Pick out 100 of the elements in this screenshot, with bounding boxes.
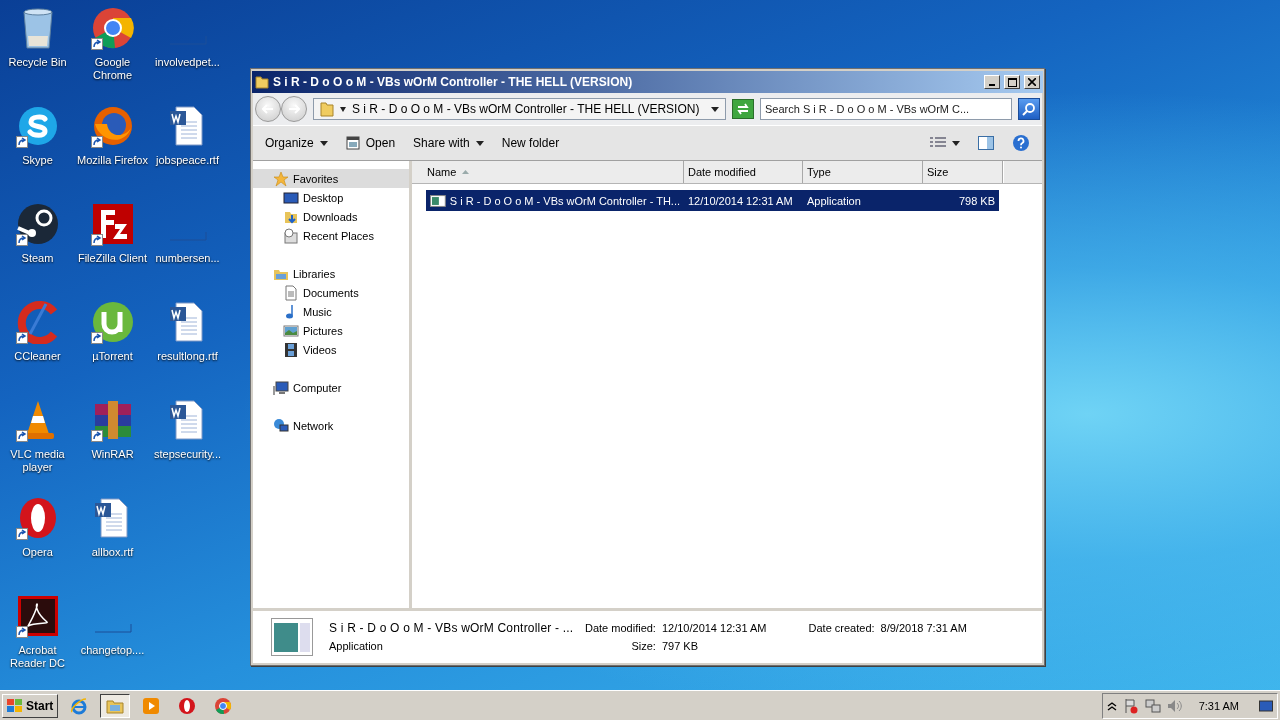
toolbar-button[interactable]: New folder <box>493 130 568 156</box>
nav-item[interactable]: Computer <box>253 378 409 397</box>
caret-icon <box>475 140 484 146</box>
close-icon <box>1028 78 1036 86</box>
address-bar[interactable]: S i R - D o O o M - VBs wOrM Controller - THE HELL (VERSION) <box>313 98 726 120</box>
utorrent-icon[interactable] <box>90 300 135 344</box>
preview-pane-icon <box>978 136 994 150</box>
toolbar-button[interactable]: Share with <box>405 130 492 156</box>
windows-logo-icon <box>7 698 23 713</box>
details-value: 8/9/2018 7:31 AM <box>880 622 967 634</box>
star-icon <box>273 170 289 187</box>
desktop-icon-label: Acrobat Reader DC <box>9 644 66 670</box>
network-icon[interactable] <box>1144 697 1161 714</box>
nav-item[interactable]: Network <box>253 416 409 435</box>
desktop-icon-label: jobspeace.rtf <box>156 154 219 167</box>
nav-item[interactable]: Pictures <box>253 321 409 340</box>
caret-icon <box>952 140 960 146</box>
date-modified: 12/10/2014 12:31 AM <box>688 194 793 207</box>
show-desktop-icon[interactable] <box>1259 698 1273 713</box>
network-icon <box>273 417 289 434</box>
folder-icon <box>320 101 334 117</box>
start-button[interactable]: Start <box>2 693 59 718</box>
picture-icon <box>283 322 299 339</box>
details-value: 797 KB <box>661 640 700 652</box>
desktop-icon-label: Steam <box>21 252 54 265</box>
desktop-icon-label: involvedpet... <box>155 56 220 69</box>
taskbar-app-button[interactable] <box>100 693 131 718</box>
back-button[interactable] <box>255 96 281 122</box>
desktop-icon-label: VLC media player <box>9 448 66 474</box>
flag-icon[interactable] <box>1122 697 1139 714</box>
desktop-icon <box>283 189 299 206</box>
breadcrumb-caret-icon <box>340 106 346 112</box>
desktop-icon-label: resultlong.rtf <box>157 350 218 363</box>
desktop-icon-label: Skype <box>22 154 53 167</box>
acrobat-icon[interactable] <box>15 594 60 638</box>
desktop-icon-label: Google Chrome <box>91 56 134 82</box>
window-title: S i R - D o O o M - VBs wOrM Controller - THE HELL (VERSION) <box>273 75 634 89</box>
forward-button[interactable] <box>281 96 307 122</box>
search-field[interactable]: Search S i R - D o O o M - VBs wOrM C... <box>760 98 1012 120</box>
desktop-icon-label: Mozilla Firefox <box>77 154 148 167</box>
file-type: Application <box>807 194 861 207</box>
internet-explorer-icon <box>70 696 89 715</box>
nav-item[interactable]: Documents <box>253 283 409 302</box>
nav-item[interactable]: Downloads <box>253 207 409 226</box>
toolbar-button[interactable]: Organize <box>257 130 336 156</box>
nav-item[interactable]: Music <box>253 302 409 321</box>
nav-item[interactable]: Favorites <box>253 169 409 188</box>
clock[interactable]: 7:31 AM <box>1188 699 1253 712</box>
desktop-icon-label: Opera <box>22 546 53 559</box>
folder-icon <box>255 75 269 89</box>
details-file-name: S i R - D o O o M - VBs wOrM Controller - ... <box>329 621 575 635</box>
desktop-icon-label: stepsecurity... <box>153 448 221 461</box>
file-name: S i R - D o O o M - VBs wOrM Controller - TH... <box>449 194 680 207</box>
dropdown-caret-icon <box>711 106 719 112</box>
details-label: Date modified: <box>585 622 656 634</box>
file-size: 798 KB <box>958 194 995 207</box>
desktop-icon-label: FileZilla Client <box>77 252 148 265</box>
nav-item[interactable]: Libraries <box>253 264 409 283</box>
file-row[interactable]: S i R - D o O o M - VBs wOrM Controller - TH... 12/10/2014 12:31 AM Application 798 KB <box>426 190 999 211</box>
desktop-icon-label: changetop.... <box>80 644 145 657</box>
desktop-icon-label: allbox.rtf <box>91 546 134 559</box>
details-label: Date created: <box>808 622 875 634</box>
caret-icon <box>319 140 328 146</box>
recent-places-icon <box>283 227 299 244</box>
refresh-icon <box>736 103 750 115</box>
film-icon <box>283 341 299 358</box>
desktop-icon-label: CCleaner <box>14 350 61 363</box>
maximize-button[interactable] <box>1004 75 1020 89</box>
chrome-icon <box>214 696 233 715</box>
desktop-icon-label: µTorrent <box>92 350 133 363</box>
details-label: Size: <box>630 640 656 652</box>
search-button[interactable] <box>1018 98 1040 120</box>
toolbar-button[interactable]: Open <box>337 130 404 156</box>
chevron-up-icon[interactable] <box>1106 700 1117 711</box>
refresh-button[interactable] <box>732 99 754 119</box>
window-icon <box>345 136 360 150</box>
minimize-button[interactable] <box>984 75 1000 89</box>
desktop-icon-label: WinRAR <box>91 448 134 461</box>
nav-item[interactable]: Desktop <box>253 188 409 207</box>
nav-item[interactable]: Recent Places <box>253 226 409 245</box>
application-thumbnail-icon <box>271 618 313 656</box>
details-value: 12/10/2014 12:31 AM <box>661 622 767 634</box>
opera-icon <box>178 696 197 715</box>
desktop-icon-label: Recycle Bin <box>8 56 67 69</box>
chrome-icon[interactable] <box>90 6 135 50</box>
steam-icon[interactable] <box>15 202 60 246</box>
media-player-icon <box>142 696 161 715</box>
filezilla-icon[interactable] <box>90 202 135 246</box>
help-icon <box>1012 134 1030 152</box>
close-button[interactable] <box>1024 75 1040 89</box>
forward-arrow-icon <box>288 104 300 114</box>
search-icon <box>1022 102 1036 116</box>
address-path: S i R - D o O o M - VBs wOrM Controller - THE HELL (VERSION) <box>352 102 701 116</box>
details-view-icon <box>930 137 946 149</box>
ccleaner-icon[interactable] <box>15 300 60 344</box>
desktop-icon-label: numbersen... <box>155 252 220 265</box>
back-arrow-icon <box>262 104 274 114</box>
maximize-icon <box>1007 77 1017 87</box>
nav-item[interactable]: Videos <box>253 340 409 359</box>
application-icon <box>430 194 446 207</box>
